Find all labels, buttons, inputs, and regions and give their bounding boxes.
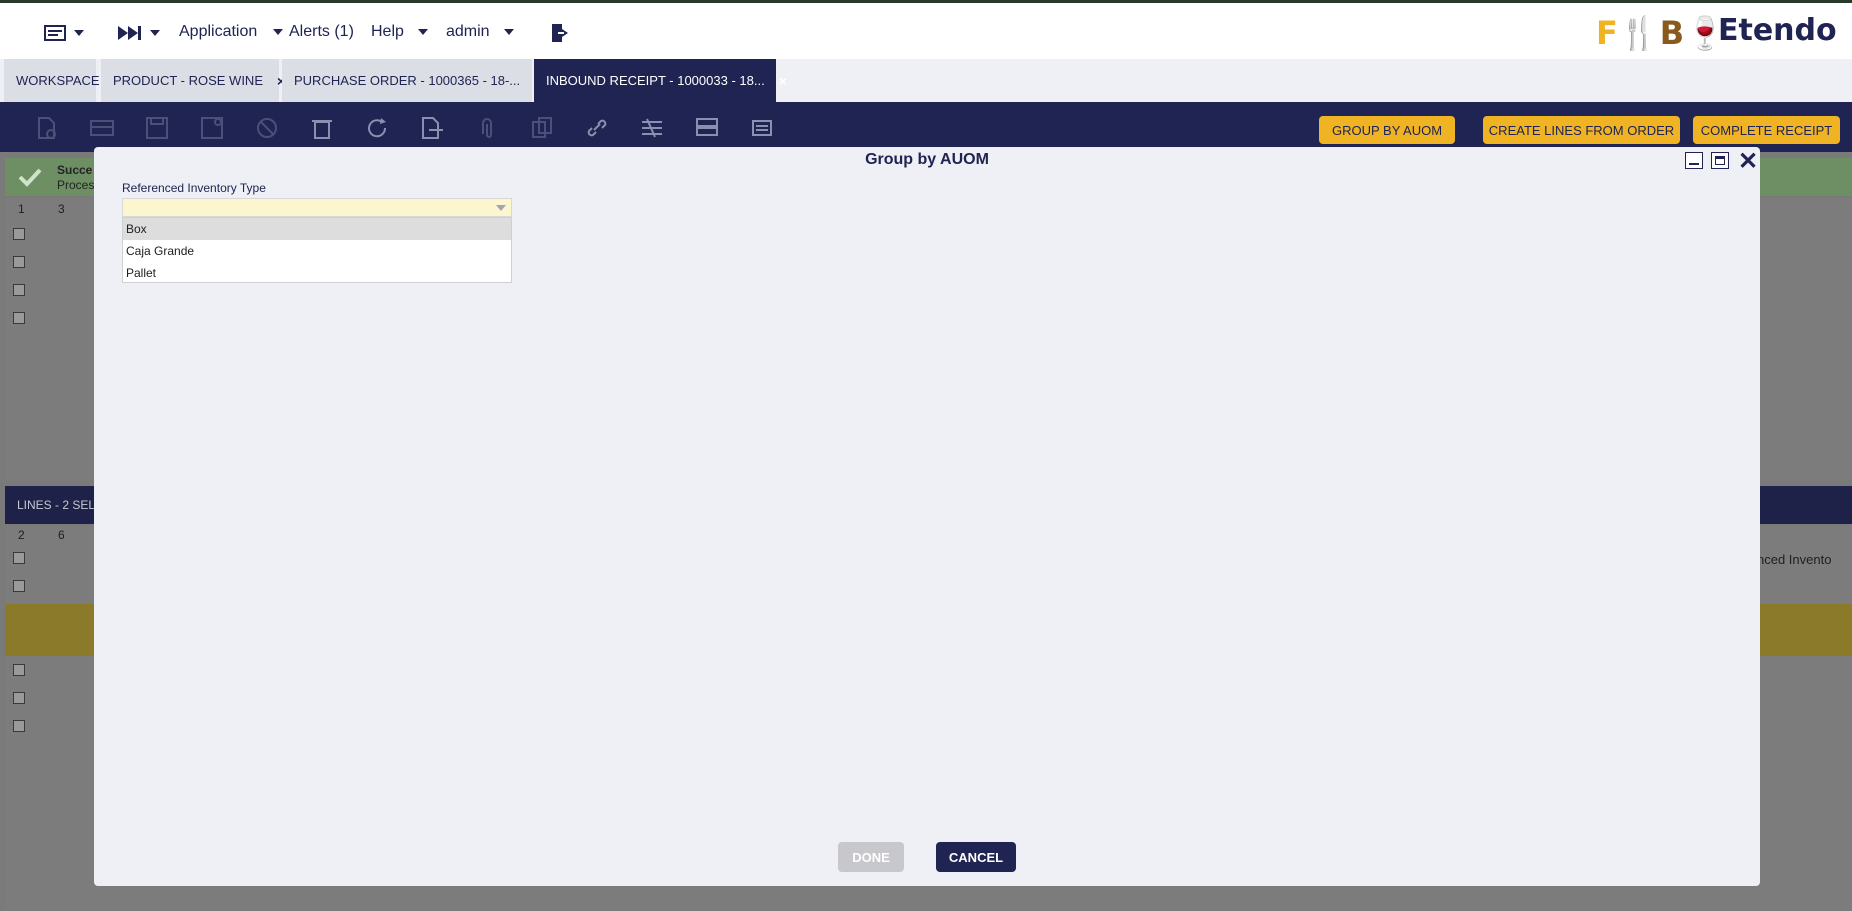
logout-button[interactable]: [549, 22, 571, 44]
maximize-button[interactable]: [1711, 152, 1729, 169]
application-menu-label: Application: [179, 23, 258, 40]
save-close-icon[interactable]: [199, 116, 225, 140]
column-count: 1: [18, 202, 25, 216]
option-caja-grande[interactable]: Caja Grande: [123, 240, 511, 262]
row-checkbox[interactable]: [13, 720, 25, 732]
new-document-icon[interactable]: [34, 116, 60, 140]
tab-inbound-receipt[interactable]: INBOUND RECEIPT - 1000033 - 18... ×: [534, 59, 787, 102]
column-count: 6: [58, 528, 65, 542]
delete-icon[interactable]: [309, 116, 335, 140]
row-checkbox[interactable]: [13, 580, 25, 592]
skip-forward-icon: [118, 26, 141, 40]
select-all-checkbox[interactable]: [13, 552, 25, 564]
group-by-auom-dialog: Group by AUOM ✕ Referenced Inventory Typ…: [94, 147, 1760, 886]
dialog-title: Group by AUOM: [865, 151, 989, 168]
top-navigation-bar: Application Alerts (1) Help admin F🍴B🍷 E…: [0, 0, 1852, 59]
row-checkbox[interactable]: [13, 664, 25, 676]
chevron-down-icon: [273, 29, 284, 35]
row-checkbox[interactable]: [13, 312, 25, 324]
chevron-down-icon[interactable]: [496, 205, 506, 211]
check-icon: [18, 168, 42, 187]
link-icon[interactable]: [584, 116, 610, 140]
alerts-label: Alerts (1): [289, 23, 354, 40]
attachment-icon[interactable]: [474, 116, 500, 140]
create-lines-from-order-button[interactable]: CREATE LINES FROM ORDER: [1483, 116, 1680, 144]
success-title: Succe: [57, 163, 93, 177]
logout-icon: [552, 24, 568, 42]
menu-button[interactable]: [44, 23, 84, 43]
referenced-inventory-type-combo[interactable]: [122, 198, 512, 217]
tab-purchase-order[interactable]: PURCHASE ORDER - 1000365 - 18-... ×: [282, 59, 542, 102]
referenced-inventory-type-label: Referenced Inventory Type: [122, 181, 266, 195]
alerts-link[interactable]: Alerts (1): [289, 23, 354, 41]
column-count: 3: [58, 202, 65, 216]
window-tab-bar: WORKSPACE PRODUCT - ROSE WINE × PURCHASE…: [0, 59, 1852, 102]
chevron-down-icon: [150, 30, 160, 36]
close-icon[interactable]: ×: [779, 73, 787, 89]
complete-receipt-button[interactable]: COMPLETE RECEIPT: [1693, 116, 1840, 144]
chevron-down-icon: [74, 30, 84, 36]
select-all-checkbox[interactable]: [13, 228, 25, 240]
success-subtitle: Proces: [57, 178, 95, 192]
column-count: 2: [18, 528, 25, 542]
row-checkbox[interactable]: [13, 284, 25, 296]
help-menu[interactable]: Help: [371, 23, 428, 41]
cancel-button[interactable]: CANCEL: [936, 842, 1016, 872]
column-header-referenced-inventory: nced Invento: [1757, 552, 1832, 567]
etendo-logo: Etendo: [1718, 13, 1837, 48]
group-by-auom-button[interactable]: GROUP BY AUOM: [1319, 116, 1455, 144]
maximize-icon: [1715, 156, 1725, 165]
record-toolbar: GROUP BY AUOM CREATE LINES FROM ORDER CO…: [0, 102, 1852, 152]
save-icon[interactable]: [144, 116, 170, 140]
tools-icon[interactable]: [639, 116, 665, 140]
form-view-icon[interactable]: [749, 116, 775, 140]
option-box[interactable]: Box: [123, 218, 511, 240]
export-icon[interactable]: [419, 116, 445, 140]
tab-label: INBOUND RECEIPT - 1000033 - 18...: [546, 73, 765, 88]
quick-launch-button[interactable]: [116, 23, 160, 43]
tab-label: PURCHASE ORDER - 1000365 - 18-...: [294, 73, 521, 88]
help-menu-label: Help: [371, 23, 404, 40]
refresh-icon[interactable]: [364, 116, 390, 140]
done-button[interactable]: DONE: [838, 842, 904, 872]
chevron-down-icon: [503, 29, 514, 35]
new-row-icon[interactable]: [89, 116, 115, 140]
minimize-icon: [1689, 163, 1699, 165]
tab-product-rose-wine[interactable]: PRODUCT - ROSE WINE ×: [101, 59, 285, 102]
close-icon[interactable]: ✕: [1738, 147, 1758, 176]
user-menu-label: admin: [446, 23, 490, 40]
fb-logo: F🍴B🍷: [1596, 14, 1726, 52]
menu-list-icon: [44, 25, 66, 41]
tab-label: WORKSPACE: [16, 73, 100, 88]
application-menu[interactable]: Application: [179, 23, 284, 41]
undo-icon[interactable]: [254, 116, 280, 140]
tab-workspace[interactable]: WORKSPACE: [4, 59, 100, 102]
row-checkbox[interactable]: [13, 692, 25, 704]
row-checkbox[interactable]: [13, 256, 25, 268]
chevron-down-icon: [417, 29, 428, 35]
grid-view-icon[interactable]: [694, 116, 720, 140]
minimize-button[interactable]: [1685, 152, 1703, 169]
copy-record-icon[interactable]: [529, 116, 555, 140]
option-pallet[interactable]: Pallet: [123, 262, 511, 284]
referenced-inventory-type-dropdown: Box Caja Grande Pallet: [122, 217, 512, 283]
user-menu[interactable]: admin: [446, 23, 514, 41]
tab-label: PRODUCT - ROSE WINE: [113, 73, 263, 88]
